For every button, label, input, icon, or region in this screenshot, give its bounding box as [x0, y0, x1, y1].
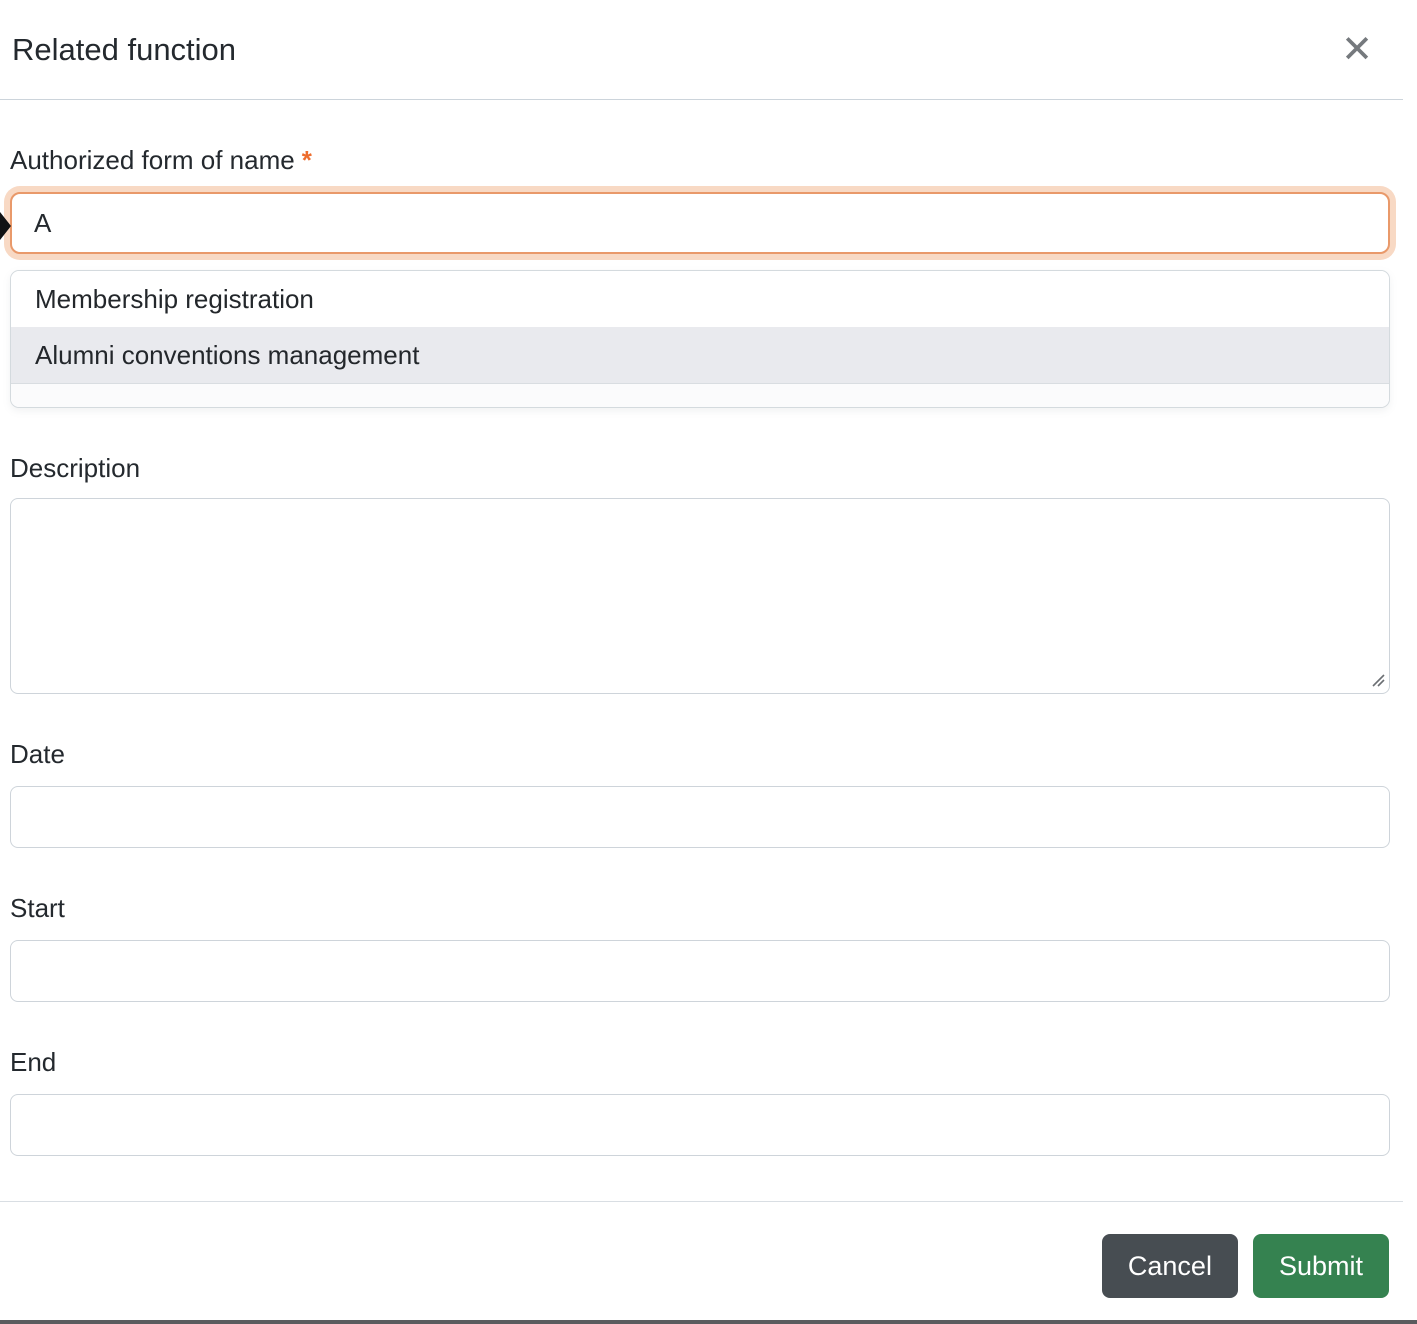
autocomplete-dropdown: Membership registration Alumni conventio… — [10, 270, 1390, 408]
authorized-name-label: Authorized form of name * — [10, 145, 312, 175]
autocomplete-footer — [11, 383, 1389, 407]
dialog-footer: Cancel Submit — [0, 1201, 1403, 1298]
close-icon[interactable]: ✕ — [1327, 31, 1387, 69]
dialog-header: Related function ✕ — [0, 0, 1403, 100]
mouse-cursor — [0, 212, 11, 240]
authorized-name-input[interactable] — [10, 192, 1390, 254]
dialog-title: Related function — [12, 31, 237, 67]
description-label: Description — [10, 453, 141, 483]
end-input[interactable] — [10, 1094, 1390, 1156]
autocomplete-option[interactable]: Membership registration — [11, 271, 1389, 327]
autocomplete-option-highlighted[interactable]: Alumni conventions management — [11, 327, 1389, 383]
date-label: Date — [10, 739, 65, 769]
background-page-edge — [0, 1320, 1417, 1324]
related-function-dialog: Related function ✕ Authorized form of na… — [0, 0, 1417, 1324]
dialog-body: Authorized form of name* Membership regi… — [0, 144, 1417, 1156]
description-textarea[interactable] — [10, 498, 1390, 694]
required-asterisk: * — [301, 145, 312, 175]
submit-button[interactable]: Submit — [1252, 1234, 1389, 1298]
start-input[interactable] — [10, 940, 1390, 1002]
date-input[interactable] — [10, 786, 1390, 848]
end-label: End — [10, 1047, 57, 1077]
start-label: Start — [10, 893, 65, 923]
cancel-button[interactable]: Cancel — [1101, 1234, 1238, 1298]
